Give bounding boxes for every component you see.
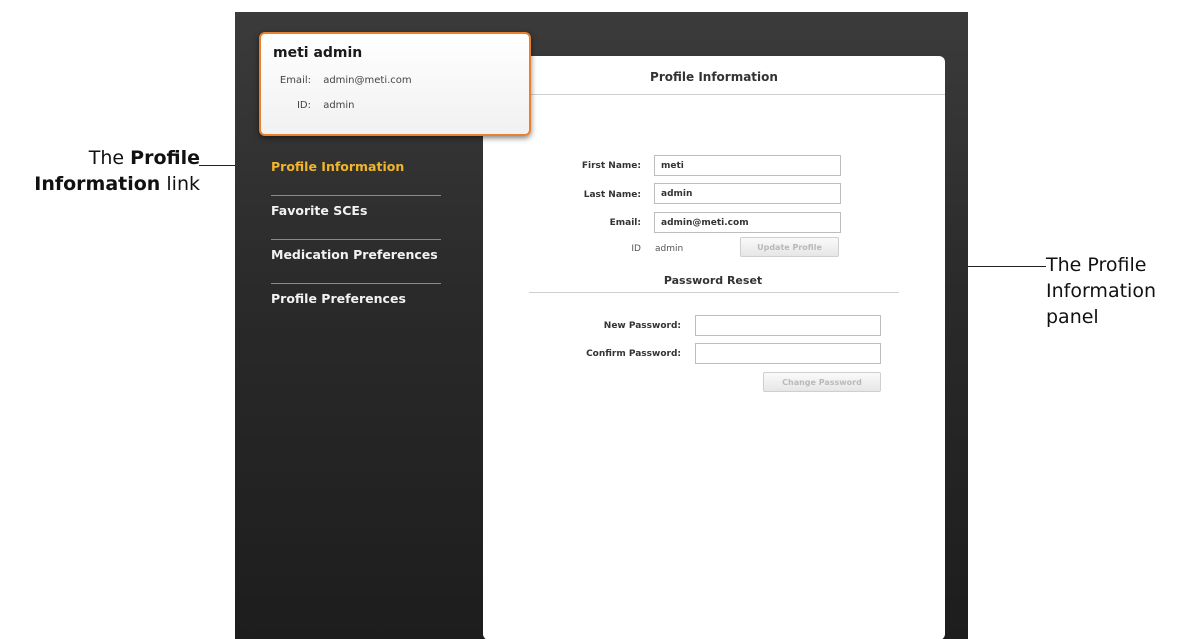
sidebar-nav: Profile Information Favorite SCEs Medica…	[271, 152, 441, 327]
documentation-figure: The Profile Information link The Profile…	[0, 0, 1180, 639]
sidebar-item-favorite-sces[interactable]: Favorite SCEs	[271, 196, 441, 239]
email-field[interactable]	[654, 212, 841, 233]
user-id-row: ID: admin	[278, 100, 355, 111]
new-password-field[interactable]	[695, 315, 881, 336]
user-id-value: admin	[323, 100, 355, 111]
callout-profile-information-link: The Profile Information link	[0, 145, 200, 197]
change-password-button[interactable]: Change Password	[763, 372, 881, 392]
callout-profile-information-panel: The Profile Information panel	[1046, 254, 1156, 328]
user-email-row: Email: admin@meti.com	[278, 75, 412, 86]
password-reset-title: Password Reset	[663, 274, 763, 287]
app-window: meti admin Email: admin@meti.com ID: adm…	[235, 12, 968, 639]
sidebar-item-medication-preferences[interactable]: Medication Preferences	[271, 240, 441, 283]
first-name-label: First Name:	[581, 161, 641, 171]
password-reset-divider	[529, 292, 899, 293]
confirm-password-field[interactable]	[695, 343, 881, 364]
user-card: meti admin Email: admin@meti.com ID: adm…	[259, 32, 531, 136]
callout-link-suffix: link	[160, 173, 200, 195]
last-name-label: Last Name:	[583, 190, 641, 200]
update-profile-button[interactable]: Update Profile	[740, 237, 839, 257]
email-label: Email:	[609, 218, 641, 228]
user-email-value: admin@meti.com	[323, 75, 412, 86]
profile-information-panel: Profile Information First Name: Last Nam…	[483, 56, 945, 639]
id-value: admin	[655, 244, 684, 254]
sidebar-item-profile-preferences[interactable]: Profile Preferences	[271, 284, 441, 327]
confirm-password-label: Confirm Password:	[586, 349, 681, 359]
new-password-label: New Password:	[603, 321, 681, 331]
user-email-label: Email:	[279, 75, 311, 86]
callout-link-prefix: The	[88, 147, 131, 169]
panel-title-divider	[527, 94, 945, 95]
last-name-field[interactable]	[654, 183, 841, 204]
first-name-field[interactable]	[654, 155, 841, 176]
id-label: ID	[631, 244, 641, 254]
user-name: meti admin	[273, 45, 363, 61]
user-id-label: ID:	[296, 100, 311, 111]
panel-title: Profile Information	[650, 70, 778, 84]
sidebar-item-profile-information[interactable]: Profile Information	[271, 152, 441, 195]
